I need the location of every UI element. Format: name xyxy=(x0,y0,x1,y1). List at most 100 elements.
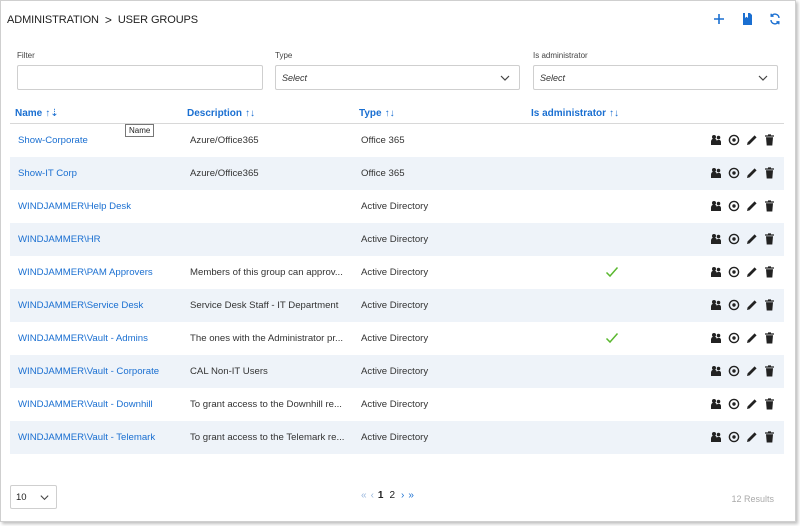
delete-icon[interactable] xyxy=(763,265,776,279)
group-type: Active Directory xyxy=(361,201,429,212)
row-actions xyxy=(709,166,776,180)
sort-asc-icon: ↑⇣ xyxy=(45,108,59,119)
admin-filter-select[interactable]: Select xyxy=(533,65,778,90)
first-page-button[interactable]: « xyxy=(361,490,366,501)
members-icon[interactable] xyxy=(709,232,722,246)
table-row: Show-IT Corp Azure/Office365 Office 365 xyxy=(10,157,784,190)
row-actions xyxy=(709,265,776,279)
edit-icon[interactable] xyxy=(745,430,758,444)
column-type-label: Type xyxy=(359,108,382,119)
next-page-icon: › xyxy=(401,490,405,501)
members-icon[interactable] xyxy=(709,265,722,279)
permissions-icon[interactable] xyxy=(727,265,740,279)
members-icon[interactable] xyxy=(709,364,722,378)
page-2-button[interactable]: 2 xyxy=(389,490,395,501)
permissions-icon[interactable] xyxy=(727,133,740,147)
delete-icon[interactable] xyxy=(763,364,776,378)
type-filter-label: Type xyxy=(275,51,293,60)
group-name-link[interactable]: WINDJAMMER\Vault - Downhill xyxy=(18,399,186,410)
table-body: Show-Corporate Azure/Office365 Office 365 … xyxy=(10,124,784,454)
table-row: WINDJAMMER\PAM Approvers Members of this … xyxy=(10,256,784,289)
row-actions xyxy=(709,364,776,378)
delete-icon[interactable] xyxy=(763,331,776,345)
row-actions xyxy=(709,430,776,444)
group-description: Service Desk Staff - IT Department xyxy=(190,300,339,311)
delete-icon[interactable] xyxy=(763,397,776,411)
breadcrumb-administration[interactable]: ADMINISTRATION xyxy=(7,14,99,26)
edit-icon[interactable] xyxy=(745,364,758,378)
refresh-icon[interactable] xyxy=(767,10,783,28)
table-row: WINDJAMMER\Vault - Corporate CAL Non-IT U… xyxy=(10,355,784,388)
filter-bar: Filter Type Select Is administrator Sele… xyxy=(17,51,778,93)
next-page-button[interactable]: › xyxy=(401,490,405,501)
import-groups-icon[interactable] xyxy=(739,10,755,28)
group-name-link[interactable]: WINDJAMMER\Help Desk xyxy=(18,201,186,212)
admin-check-icon xyxy=(605,266,619,278)
edit-icon[interactable] xyxy=(745,397,758,411)
edit-icon[interactable] xyxy=(745,166,758,180)
column-description-label: Description xyxy=(187,108,243,119)
group-name-link[interactable]: WINDJAMMER\Vault - Corporate xyxy=(18,366,186,377)
group-name-link[interactable]: WINDJAMMER\Service Desk xyxy=(18,300,186,311)
delete-icon[interactable] xyxy=(763,133,776,147)
group-type: Active Directory xyxy=(361,234,429,245)
group-name-link[interactable]: WINDJAMMER\Vault - Telemark xyxy=(18,432,186,443)
members-icon[interactable] xyxy=(709,298,722,312)
permissions-icon[interactable] xyxy=(727,166,740,180)
members-icon[interactable] xyxy=(709,199,722,213)
edit-icon[interactable] xyxy=(745,199,758,213)
edit-icon[interactable] xyxy=(745,298,758,312)
delete-icon[interactable] xyxy=(763,232,776,246)
permissions-icon[interactable] xyxy=(727,364,740,378)
delete-icon[interactable] xyxy=(763,166,776,180)
results-count: 12 Results xyxy=(731,494,774,504)
members-icon[interactable] xyxy=(709,133,722,147)
delete-icon[interactable] xyxy=(763,430,776,444)
delete-icon[interactable] xyxy=(763,298,776,312)
edit-icon[interactable] xyxy=(745,133,758,147)
column-name-label: Name xyxy=(15,108,43,119)
filter-input[interactable] xyxy=(17,65,263,90)
page-size-select[interactable]: 10 xyxy=(10,485,57,509)
admin-check-icon xyxy=(605,332,619,344)
group-name-link[interactable]: WINDJAMMER\HR xyxy=(18,234,186,245)
column-header-type[interactable]: Type ↑↓ xyxy=(359,108,395,119)
permissions-icon[interactable] xyxy=(727,298,740,312)
page-1-button[interactable]: 1 xyxy=(378,490,384,501)
table-row: WINDJAMMER\Vault - Downhill To grant acce… xyxy=(10,388,784,421)
sort-icon: ↑↓ xyxy=(609,108,620,119)
group-description: To grant access to the Downhill re... xyxy=(190,399,342,410)
admin-filter-label: Is administrator xyxy=(533,51,588,60)
group-name-link[interactable]: WINDJAMMER\PAM Approvers xyxy=(18,267,186,278)
members-icon[interactable] xyxy=(709,331,722,345)
delete-icon[interactable] xyxy=(763,199,776,213)
edit-icon[interactable] xyxy=(745,232,758,246)
group-description: Azure/Office365 xyxy=(190,168,259,179)
permissions-icon[interactable] xyxy=(727,232,740,246)
column-tooltip: Name xyxy=(125,124,155,137)
group-name-link[interactable]: Show-Corporate xyxy=(18,135,186,146)
admin-filter-value: Select xyxy=(540,72,566,83)
permissions-icon[interactable] xyxy=(727,331,740,345)
members-icon[interactable] xyxy=(709,166,722,180)
members-icon[interactable] xyxy=(709,397,722,411)
type-filter-select[interactable]: Select xyxy=(275,65,520,90)
column-header-name[interactable]: Name ↑⇣ xyxy=(15,108,59,119)
edit-icon[interactable] xyxy=(745,331,758,345)
column-header-is-admin[interactable]: Is administrator ↑↓ xyxy=(531,108,619,119)
row-actions xyxy=(709,232,776,246)
members-icon[interactable] xyxy=(709,430,722,444)
user-groups-table: Name ↑⇣ Description ↑↓ Type ↑↓ Is administr… xyxy=(10,103,784,454)
permissions-icon[interactable] xyxy=(727,199,740,213)
add-icon[interactable] xyxy=(711,10,727,28)
edit-icon[interactable] xyxy=(745,265,758,279)
permissions-icon[interactable] xyxy=(727,430,740,444)
group-name-link[interactable]: WINDJAMMER\Vault - Admins xyxy=(18,333,186,344)
permissions-icon[interactable] xyxy=(727,397,740,411)
chevron-down-icon xyxy=(40,495,49,501)
group-name-link[interactable]: Show-IT Corp xyxy=(18,168,186,179)
header-toolbar xyxy=(711,10,783,28)
last-page-button[interactable]: » xyxy=(408,490,413,501)
prev-page-button[interactable]: ‹ xyxy=(371,490,375,501)
column-header-description[interactable]: Description ↑↓ xyxy=(187,108,255,119)
